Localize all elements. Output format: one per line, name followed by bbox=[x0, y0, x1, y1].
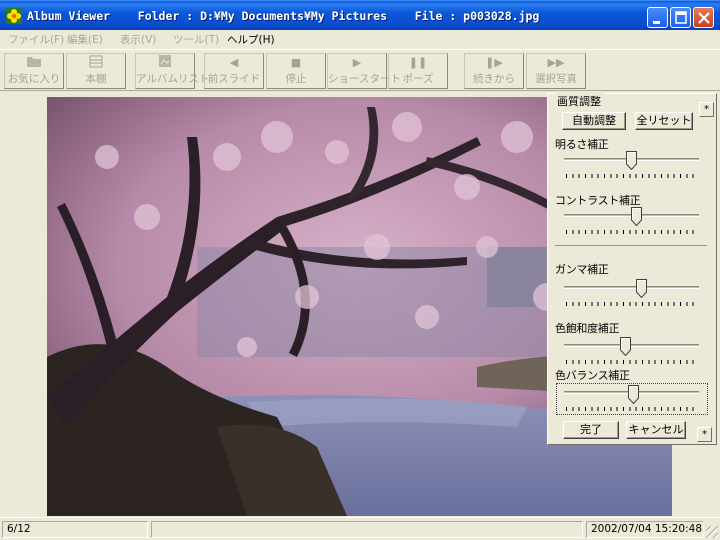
selected-photo-label: 選択写真 bbox=[535, 73, 577, 85]
saturation-label: 色飽和度補正 bbox=[555, 322, 620, 335]
resume-icon: ❚▶ bbox=[485, 56, 503, 69]
favorites-button[interactable]: お気に入り bbox=[4, 53, 64, 89]
saturation-ticks bbox=[566, 360, 699, 364]
title-bar[interactable]: Album Viewer Folder : D:¥My Documents¥My… bbox=[0, 0, 720, 30]
maximize-icon bbox=[675, 11, 687, 24]
reset-all-button[interactable]: 全リセット bbox=[635, 112, 693, 130]
resize-grip-icon[interactable] bbox=[706, 526, 718, 538]
bookshelf-icon bbox=[67, 54, 125, 72]
menu-edit[interactable]: 編集(E) bbox=[67, 32, 103, 47]
menu-help[interactable]: ヘルプ(H) bbox=[227, 32, 275, 47]
prev-slide-button[interactable]: ◀ 前スライド bbox=[204, 53, 264, 89]
close-icon bbox=[698, 12, 710, 24]
resume-button[interactable]: ❚▶ 続きから bbox=[464, 53, 524, 89]
contrast-ticks bbox=[566, 230, 699, 234]
menu-tools[interactable]: ツール(T) bbox=[173, 32, 219, 47]
status-datetime: 2002/07/04 15:20:48 bbox=[586, 521, 704, 538]
gamma-ticks bbox=[566, 302, 699, 306]
album-list-label: アルバムリスト bbox=[136, 73, 210, 85]
stop-label: 停止 bbox=[285, 73, 307, 85]
show-start-label: ショースタート bbox=[328, 73, 401, 85]
panel-title: 画質調整 bbox=[555, 93, 603, 109]
resume-label: 続きから bbox=[473, 73, 515, 85]
app-flower-icon bbox=[6, 8, 22, 24]
album-list-icon bbox=[136, 54, 194, 72]
folder-icon bbox=[5, 54, 63, 72]
bookshelf-button[interactable]: 本棚 bbox=[66, 53, 126, 89]
pause-icon: ❚❚ bbox=[408, 56, 428, 69]
skip-icon: ▶▶ bbox=[547, 56, 565, 69]
gamma-label: ガンマ補正 bbox=[555, 263, 609, 276]
gamma-slider-thumb[interactable] bbox=[635, 279, 647, 298]
minimize-button[interactable] bbox=[647, 7, 668, 28]
pause-label: ポーズ bbox=[402, 73, 434, 85]
window-title: Album Viewer Folder : D:¥My Documents¥My… bbox=[27, 9, 540, 23]
maximize-button[interactable] bbox=[670, 7, 691, 28]
status-bar: 6/12 2002/07/04 15:20:48 bbox=[0, 517, 720, 540]
bookshelf-label: 本棚 bbox=[85, 73, 107, 85]
selected-photo-button[interactable]: ▶▶ 選択写真 bbox=[526, 53, 586, 89]
stop-button[interactable]: ■ 停止 bbox=[266, 53, 326, 89]
pin-button-top[interactable]: * bbox=[699, 102, 714, 117]
status-position: 6/12 bbox=[2, 521, 148, 538]
menu-view[interactable]: 表示(V) bbox=[120, 32, 156, 47]
status-middle bbox=[151, 521, 583, 538]
stop-icon: ■ bbox=[290, 56, 302, 69]
favorites-label: お気に入り bbox=[7, 73, 61, 85]
minimize-icon bbox=[653, 21, 660, 24]
brightness-ticks bbox=[566, 174, 699, 178]
cancel-button[interactable]: キャンセル bbox=[626, 421, 686, 439]
brightness-label: 明るさ補正 bbox=[555, 138, 609, 151]
show-start-button[interactable]: ▶ ショースタート bbox=[327, 53, 401, 89]
color-balance-ticks bbox=[566, 407, 699, 411]
menu-file[interactable]: ファイル(F) bbox=[8, 32, 64, 47]
contrast-label: コントラスト補正 bbox=[555, 194, 641, 207]
prev-icon: ◀ bbox=[229, 56, 239, 69]
pause-button[interactable]: ❚❚ ポーズ bbox=[388, 53, 448, 89]
menu-bar: ファイル(F) 編集(E) 表示(V) ツール(T) ヘルプ(H) bbox=[0, 30, 720, 48]
gamma-track bbox=[564, 286, 699, 289]
panel-separator bbox=[555, 245, 707, 246]
prev-slide-label: 前スライド bbox=[207, 73, 261, 85]
pin-button-bottom[interactable]: * bbox=[697, 427, 712, 442]
play-icon: ▶ bbox=[352, 56, 362, 69]
image-adjust-panel: 画質調整 * 自動調整 全リセット 明るさ補正 コントラスト補正 ガンマ補正 色… bbox=[547, 93, 717, 445]
toolbar: お気に入り 本棚 アルバムリスト ◀ 前スライド ■ 停止 ▶ ショースタート … bbox=[0, 49, 720, 91]
close-button[interactable] bbox=[693, 7, 714, 28]
color-balance-slider-thumb[interactable] bbox=[628, 385, 640, 404]
saturation-slider-thumb[interactable] bbox=[619, 337, 631, 356]
contrast-slider-thumb[interactable] bbox=[630, 207, 642, 226]
auto-adjust-button[interactable]: 自動調整 bbox=[562, 112, 626, 130]
color-balance-label: 色バランス補正 bbox=[555, 369, 630, 382]
brightness-slider-thumb[interactable] bbox=[626, 151, 637, 170]
album-list-button[interactable]: アルバムリスト bbox=[135, 53, 210, 89]
done-button[interactable]: 完了 bbox=[563, 421, 619, 439]
saturation-track bbox=[564, 344, 699, 347]
